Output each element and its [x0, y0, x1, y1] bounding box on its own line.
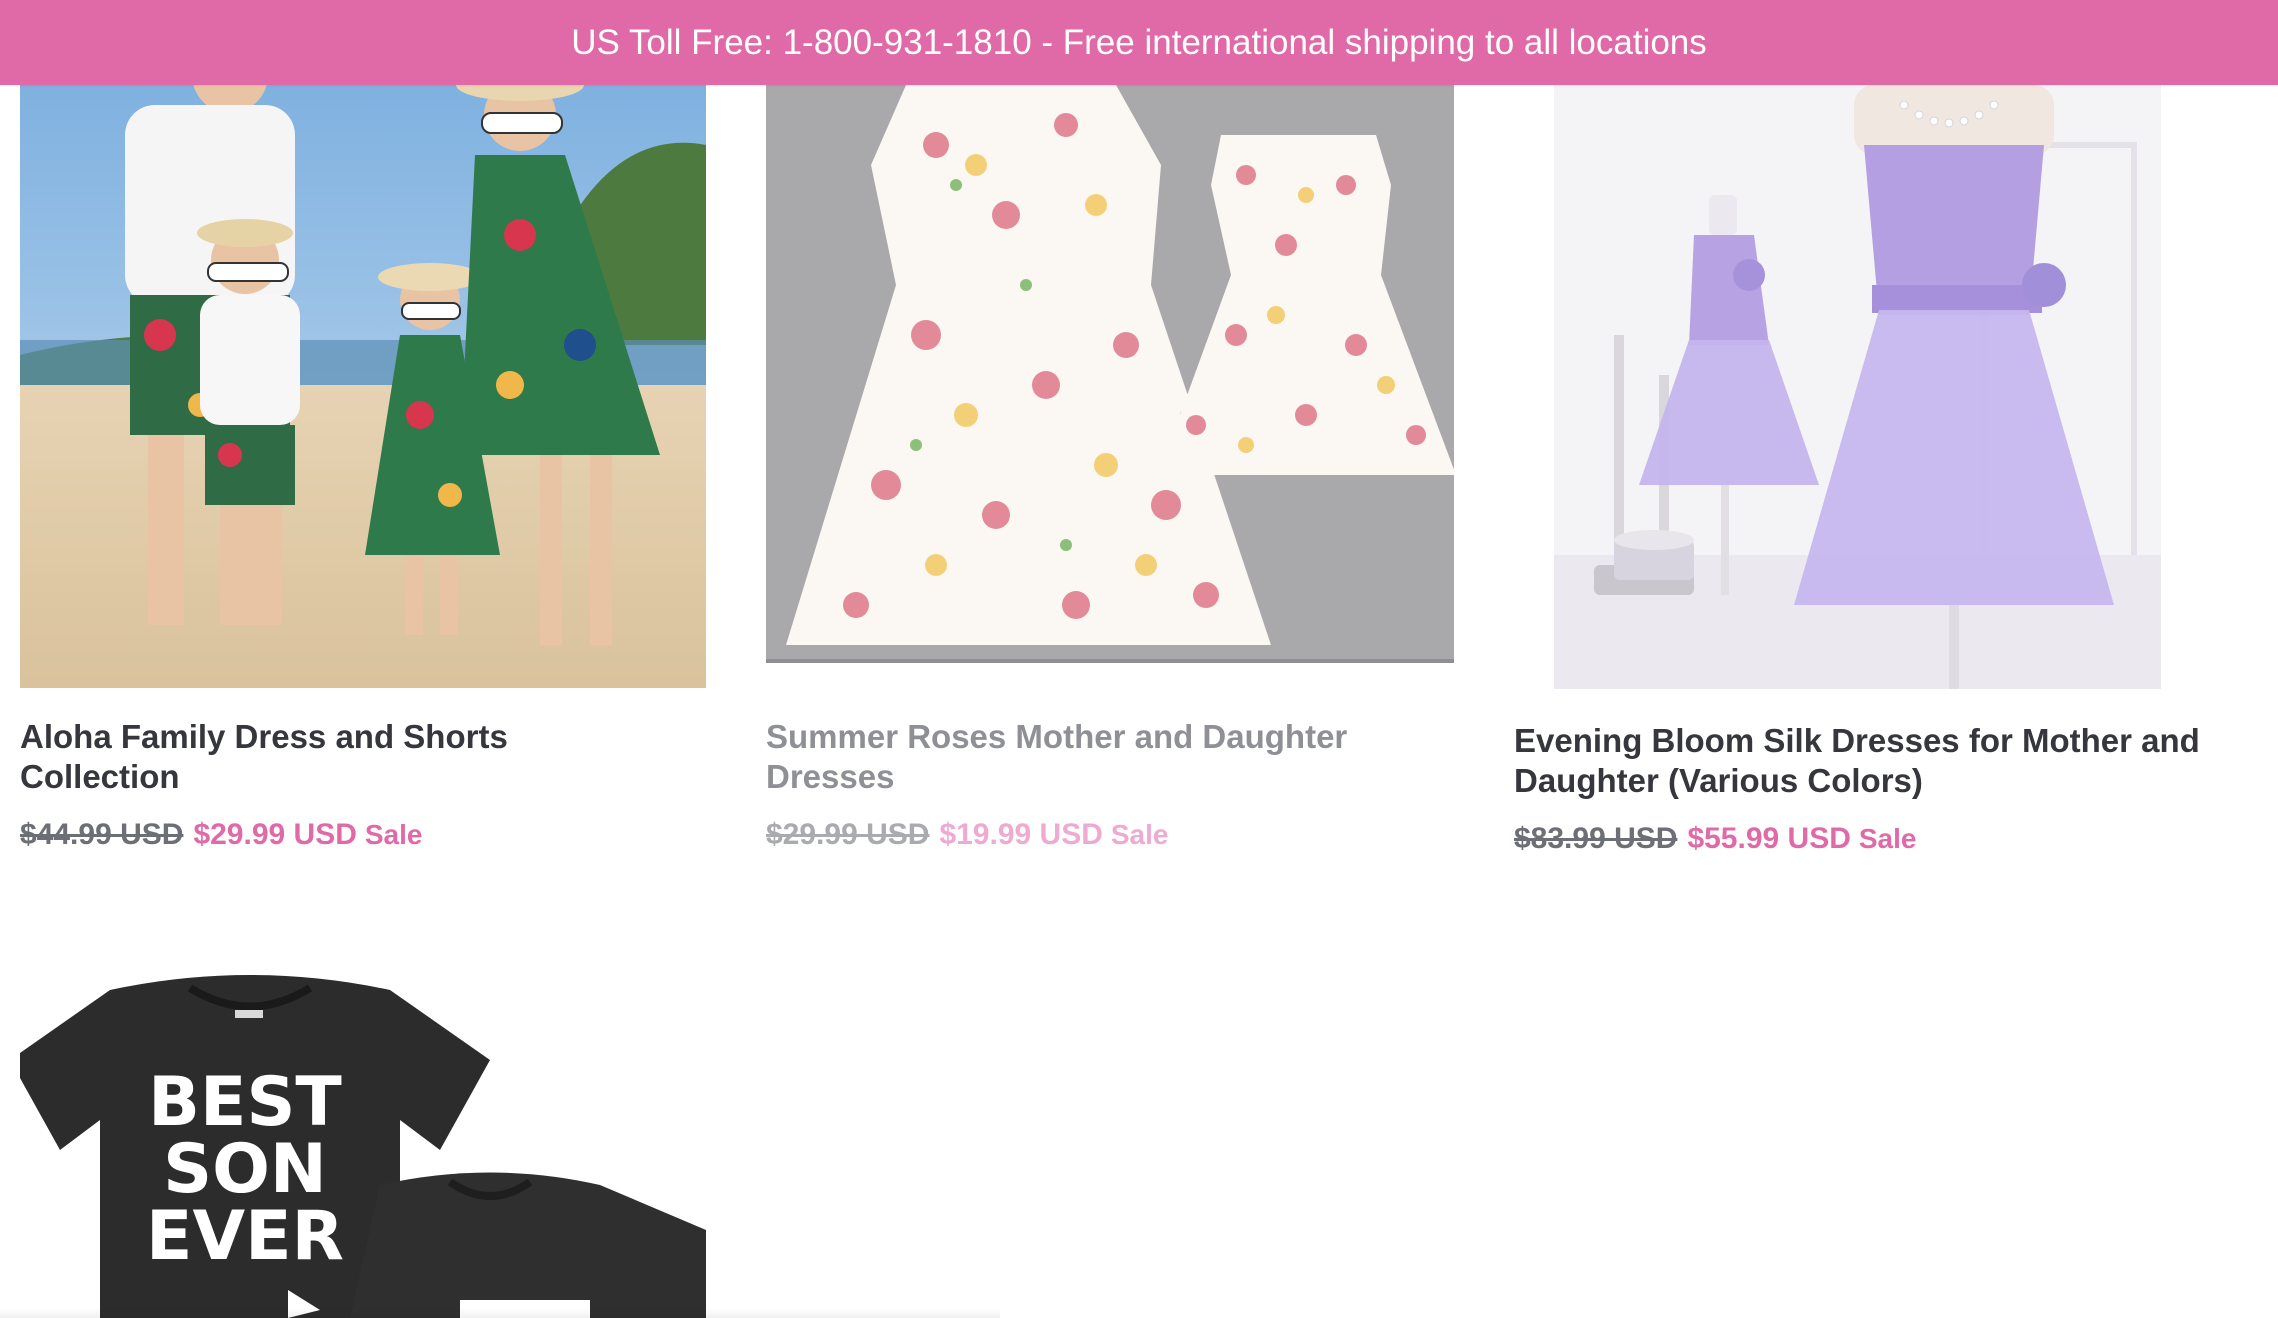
- product-card-evening-bloom[interactable]: Evening Bloom Silk Dresses for Mother an…: [1480, 0, 2240, 880]
- product-image-best-son[interactable]: BEST SON EVER: [20, 970, 706, 1318]
- sale-price: $19.99 USD: [939, 818, 1103, 851]
- compare-price: $29.99 USD: [766, 818, 930, 851]
- sale-price: $55.99 USD: [1687, 822, 1851, 855]
- bottom-fade: [0, 1308, 1000, 1318]
- product-price-evening-bloom: $83.99 USD $55.99 USD Sale: [1514, 822, 1916, 856]
- product-title-evening-bloom[interactable]: Evening Bloom Silk Dresses for Mother an…: [1514, 721, 2214, 801]
- product-image-aloha[interactable]: [20, 85, 706, 688]
- svg-text:EVER: EVER: [146, 1197, 344, 1276]
- product-price-aloha: $44.99 USD $29.99 USD Sale: [20, 818, 422, 852]
- sale-badge: Sale: [1110, 819, 1169, 850]
- product-card-best-son[interactable]: BEST SON EVER: [0, 940, 720, 1318]
- announcement-text: US Toll Free: 1-800-931-1810 - Free inte…: [571, 22, 1707, 62]
- compare-price: $83.99 USD: [1514, 822, 1678, 855]
- product-image-evening-bloom[interactable]: [1554, 85, 2161, 689]
- product-card-summer-roses[interactable]: Summer Roses Mother and Daughter Dresses…: [740, 0, 1460, 880]
- sale-badge: Sale: [1858, 823, 1917, 854]
- product-card-aloha[interactable]: Aloha Family Dress and Shorts Collection…: [0, 0, 720, 880]
- product-price-summer-roses: $29.99 USD $19.99 USD Sale: [766, 818, 1168, 852]
- shirt-lettering: BEST SON EVER: [146, 1063, 344, 1276]
- announcement-bar: US Toll Free: 1-800-931-1810 - Free inte…: [0, 0, 2278, 85]
- product-image-summer-roses[interactable]: [766, 85, 1454, 663]
- sale-badge: Sale: [364, 819, 423, 850]
- product-title-summer-roses[interactable]: Summer Roses Mother and Daughter Dresses: [766, 717, 1406, 797]
- sale-price: $29.99 USD: [193, 818, 357, 851]
- compare-price: $44.99 USD: [20, 818, 184, 851]
- product-title-aloha[interactable]: Aloha Family Dress and Shorts Collection: [20, 717, 660, 797]
